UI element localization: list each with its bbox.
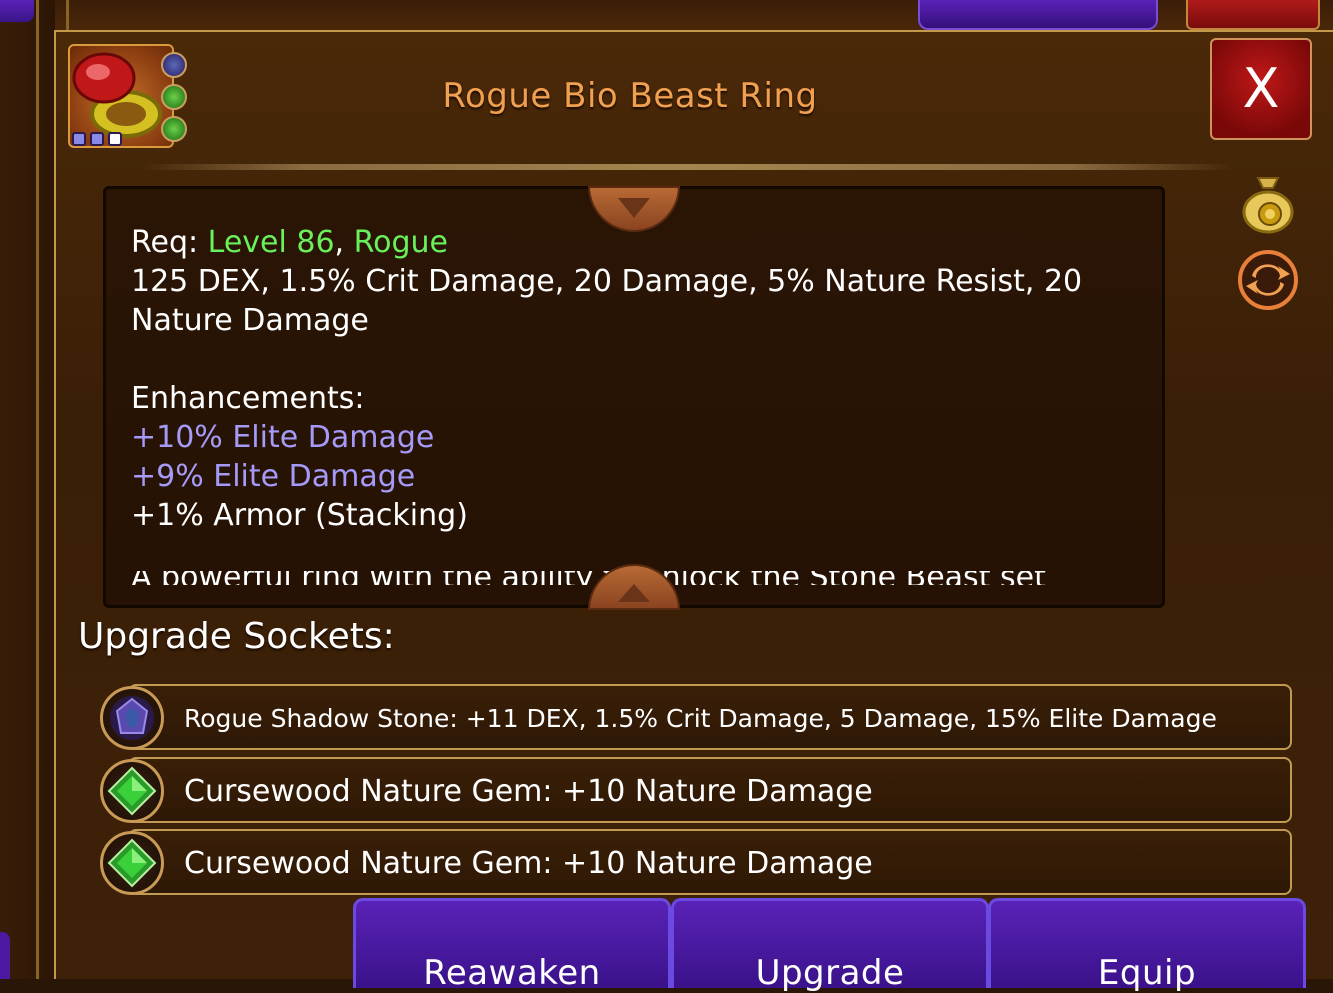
upgrade-sockets-title: Upgrade Sockets:: [78, 616, 395, 657]
requirement-level: Level 86: [207, 225, 335, 260]
title-divider: [140, 164, 1235, 170]
item-title: Rogue Bio Beast Ring: [442, 76, 818, 116]
nature-gem-icon: [161, 116, 187, 142]
reawaken-button[interactable]: Reawaken: [353, 898, 671, 993]
gem-slot-icon: [72, 132, 86, 146]
enhancement-line: +10% Elite Damage: [131, 420, 435, 455]
background-purple-button: [918, 0, 1158, 30]
requirement-separator: ,: [334, 225, 354, 260]
swap-icon[interactable]: [1236, 248, 1300, 312]
shadow-stone-icon: [161, 52, 187, 78]
stats-line: Nature Damage: [131, 303, 369, 338]
background-button-corner: [0, 0, 34, 22]
gem-slot-icon: [108, 132, 122, 146]
gem-slot-icon: [90, 132, 104, 146]
upgrade-button[interactable]: Upgrade: [671, 898, 989, 993]
socket-text: Rogue Shadow Stone: +11 DEX, 1.5% Crit D…: [184, 704, 1217, 733]
close-button[interactable]: X: [1210, 38, 1312, 140]
socket-text: Cursewood Nature Gem: +10 Nature Damage: [184, 846, 873, 881]
gold-bag-icon[interactable]: [1240, 172, 1296, 234]
nature-gem-icon: [161, 84, 187, 110]
requirement-label: Req:: [131, 225, 208, 260]
socket-row[interactable]: Cursewood Nature Gem: +10 Nature Damage: [128, 757, 1292, 823]
scroll-up-button[interactable]: [588, 564, 680, 610]
background-left: [0, 0, 55, 979]
equip-button[interactable]: Equip: [988, 898, 1306, 993]
socket-row[interactable]: Cursewood Nature Gem: +10 Nature Damage: [128, 829, 1292, 895]
background-button-corner: [0, 932, 10, 979]
enhancement-line: +1% Armor (Stacking): [131, 498, 468, 533]
stats-line: 125 DEX, 1.5% Crit Damage, 20 Damage, 5%…: [131, 264, 1083, 299]
socket-text: Cursewood Nature Gem: +10 Nature Damage: [184, 774, 873, 809]
requirement-class: Rogue: [353, 225, 448, 260]
socket-row[interactable]: Rogue Shadow Stone: +11 DEX, 1.5% Crit D…: [128, 684, 1292, 750]
nature-gem-icon: [100, 831, 164, 895]
item-description-box[interactable]: Req: Level 86, Rogue 125 DEX, 1.5% Crit …: [103, 186, 1165, 608]
background-divider: [66, 0, 69, 30]
nature-gem-icon: [100, 759, 164, 823]
scroll-down-button[interactable]: [588, 186, 680, 232]
ring-icon: [68, 44, 174, 148]
background-red-button: [1186, 0, 1320, 30]
enhancements-heading: Enhancements:: [131, 381, 365, 416]
enhancement-line: +9% Elite Damage: [131, 459, 416, 494]
item-description: Req: Level 86, Rogue 125 DEX, 1.5% Crit …: [131, 223, 1121, 535]
shadow-stone-icon: [100, 686, 164, 750]
background-divider: [36, 0, 39, 979]
